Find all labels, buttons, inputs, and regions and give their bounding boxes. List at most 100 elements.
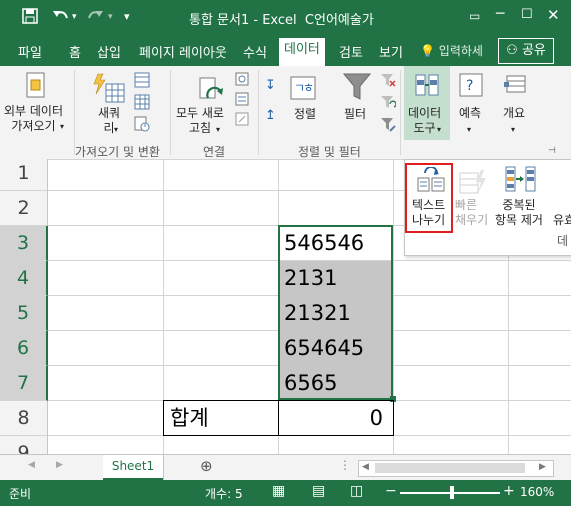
cell-c6[interactable]: 654645 bbox=[284, 331, 364, 365]
redo-dropdown-icon[interactable]: ▾ bbox=[108, 12, 113, 22]
tell-me-text: 입력하세 bbox=[438, 44, 483, 58]
row-header-6[interactable]: 6 bbox=[0, 331, 48, 366]
normal-view-icon[interactable]: ▦ bbox=[272, 483, 285, 499]
recent-sources-icon[interactable] bbox=[134, 116, 150, 135]
tab-home[interactable]: 홈 bbox=[69, 42, 81, 61]
scroll-left-arrow-icon[interactable]: ◀ bbox=[362, 462, 369, 472]
new-query-icon[interactable] bbox=[92, 72, 126, 107]
share-label: 공유 bbox=[521, 43, 546, 58]
sheet-tabs-bar: ◀ ▶ Sheet1 ⊕ ⋮ ◀ ▶ bbox=[0, 454, 571, 481]
text-to-columns-icon[interactable] bbox=[417, 166, 445, 196]
sort-icon[interactable]: ㄱㅎ bbox=[290, 76, 316, 103]
cell-c8[interactable]: 0 bbox=[279, 401, 383, 435]
tab-view[interactable]: 보기 bbox=[379, 42, 403, 61]
scrollbar-thumb[interactable] bbox=[375, 463, 525, 473]
tab-page-layout[interactable]: 페이지 레이아웃 bbox=[139, 42, 227, 61]
cell-c5[interactable]: 21321 bbox=[284, 296, 351, 330]
forecast-button[interactable]: 예측 bbox=[459, 106, 481, 121]
row-header-7[interactable]: 7 bbox=[0, 366, 48, 401]
group-separator bbox=[170, 70, 171, 155]
new-sheet-icon[interactable]: ⊕ bbox=[200, 457, 213, 475]
remove-duplicates-icon[interactable] bbox=[505, 165, 537, 196]
ribbon: 외부 데이터 가져오기 ▾ 새쿼 리 ▾ 가져오기 및 변환 모두 새로 고침 … bbox=[0, 66, 571, 160]
cell-c7[interactable]: 6565 bbox=[284, 366, 337, 400]
minimize-icon[interactable]: ─ bbox=[496, 6, 504, 22]
get-external-data-icon[interactable] bbox=[24, 72, 48, 103]
remove-duplicates-button[interactable]: 중복된 항목 제거 bbox=[495, 198, 543, 228]
tab-file[interactable]: 파일 bbox=[18, 42, 42, 61]
svg-text:?: ? bbox=[466, 78, 473, 94]
title-bar: ▾ ▾ ▾ 통합 문서1 - Excel C언어예술가 ▭ ─ ☐ ✕ bbox=[0, 0, 571, 36]
reapply-icon[interactable] bbox=[380, 94, 397, 113]
text-to-columns-button[interactable]: 텍스트 나누기 bbox=[412, 198, 445, 228]
row-header-5[interactable]: 5 bbox=[0, 296, 48, 331]
row-header-2[interactable]: 2 bbox=[0, 191, 48, 226]
chevron-down-icon: ▾ bbox=[114, 125, 119, 134]
scroll-left-icon[interactable]: ◀ bbox=[28, 460, 35, 470]
sort-button[interactable]: 정렬 bbox=[294, 107, 316, 122]
undo-icon[interactable] bbox=[52, 8, 70, 28]
save-icon[interactable] bbox=[22, 8, 38, 28]
zoom-in-icon[interactable]: + bbox=[503, 483, 515, 499]
document-title: 통합 문서1 - Excel bbox=[189, 13, 297, 28]
filter-icon[interactable] bbox=[342, 72, 372, 105]
cell-c3[interactable]: 546546 bbox=[284, 226, 364, 260]
row-header-9[interactable]: 9 bbox=[0, 436, 48, 454]
cell-c4[interactable]: 2131 bbox=[284, 261, 337, 295]
scroll-right-arrow-icon[interactable]: ▶ bbox=[539, 462, 546, 472]
zoom-level[interactable]: 160% bbox=[520, 485, 554, 499]
tab-insert[interactable]: 삽입 bbox=[97, 42, 121, 61]
page-break-view-icon[interactable]: ◫ bbox=[350, 483, 363, 499]
share-button[interactable]: ⚇ 공유 bbox=[498, 38, 554, 64]
get-external-data-button[interactable]: 외부 데이터 가져오기 bbox=[4, 104, 63, 134]
properties-icon[interactable] bbox=[235, 92, 249, 109]
window-title: 통합 문서1 - Excel C언어예술가 bbox=[189, 9, 374, 28]
row-header-4[interactable]: 4 bbox=[0, 261, 48, 296]
maximize-icon[interactable]: ☐ bbox=[521, 7, 533, 22]
from-table-icon[interactable] bbox=[134, 94, 150, 113]
redo-icon[interactable] bbox=[86, 8, 104, 28]
group-label-data-tools: 데 bbox=[557, 234, 569, 248]
scroll-right-icon[interactable]: ▶ bbox=[56, 460, 63, 470]
row-header-3[interactable]: 3 bbox=[0, 226, 48, 261]
ribbon-display-options-icon[interactable]: ▭ bbox=[469, 9, 480, 23]
group-separator bbox=[400, 70, 401, 155]
clear-filter-icon[interactable] bbox=[380, 72, 396, 91]
ribbon-tabs: 파일 홈 삽입 페이지 레이아웃 수식 데이터 검토 보기 💡 입력하세 ⚇ 공… bbox=[0, 36, 571, 66]
outline-button[interactable]: 개요 bbox=[503, 106, 525, 121]
cell-b8[interactable]: 합계 bbox=[170, 401, 209, 435]
sheet-tab-sheet1[interactable]: Sheet1 bbox=[103, 455, 163, 481]
connections-icon[interactable] bbox=[235, 72, 249, 89]
page-layout-view-icon[interactable]: ▤ bbox=[312, 483, 325, 499]
tell-me-box[interactable]: 💡 입력하세 bbox=[420, 42, 483, 59]
flash-fill-icon[interactable] bbox=[459, 169, 487, 198]
close-icon[interactable]: ✕ bbox=[547, 6, 560, 24]
status-count: 개수: 5 bbox=[205, 487, 243, 501]
flash-fill-button[interactable]: 빠른 채우기 bbox=[455, 198, 488, 228]
forecast-icon[interactable]: ? bbox=[458, 72, 484, 101]
chevron-down-icon: ▾ bbox=[467, 125, 472, 134]
data-tools-icon[interactable] bbox=[414, 72, 440, 101]
advanced-filter-icon[interactable] bbox=[380, 116, 396, 135]
data-validation-button[interactable]: 유효 bbox=[553, 213, 571, 228]
tab-data[interactable]: 데이터 bbox=[279, 38, 325, 66]
row-header-1[interactable]: 1 bbox=[0, 159, 48, 191]
sort-descending-icon[interactable]: ↥ bbox=[265, 108, 276, 123]
horizontal-scrollbar[interactable]: ◀ ▶ bbox=[358, 460, 554, 477]
zoom-out-icon[interactable]: − bbox=[385, 483, 397, 499]
outline-icon[interactable] bbox=[503, 72, 529, 101]
customize-quick-access-icon[interactable]: ▾ bbox=[124, 10, 130, 23]
row-header-8[interactable]: 8 bbox=[0, 401, 48, 436]
undo-dropdown-icon[interactable]: ▾ bbox=[72, 12, 77, 22]
refresh-all-icon[interactable] bbox=[198, 76, 224, 107]
show-queries-icon[interactable] bbox=[134, 72, 150, 91]
tab-formulas[interactable]: 수식 bbox=[243, 42, 267, 61]
tab-split-handle[interactable]: ⋮ bbox=[339, 458, 351, 472]
sort-ascending-icon[interactable]: ↧ bbox=[265, 78, 276, 93]
tab-review[interactable]: 검토 bbox=[339, 42, 363, 61]
filter-button[interactable]: 필터 bbox=[344, 107, 366, 122]
zoom-slider-thumb[interactable] bbox=[450, 486, 454, 499]
dialog-launcher-icon[interactable]: ⊣ bbox=[548, 144, 556, 159]
edit-links-icon[interactable] bbox=[235, 112, 249, 129]
data-tools-dropdown: 텍스트 나누기 빠른 채우기 중복된 항목 제거 유효 데 bbox=[404, 159, 571, 256]
